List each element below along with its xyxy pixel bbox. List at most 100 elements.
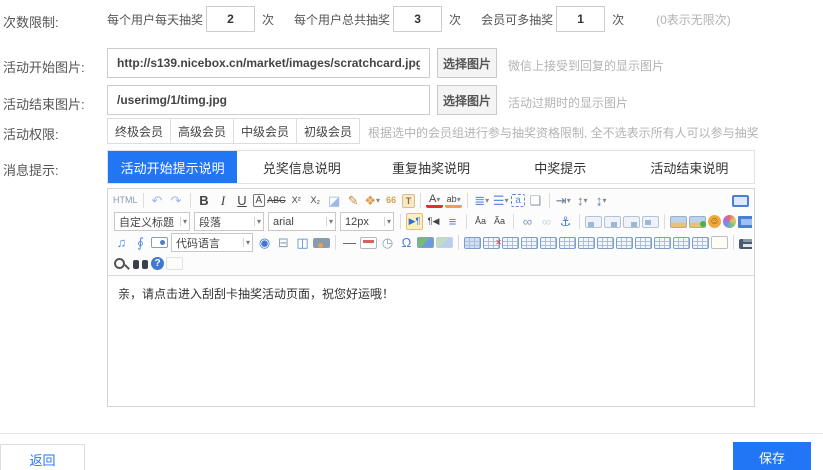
redo-icon[interactable]: ↷ [168,192,185,209]
upload-image-icon[interactable] [689,216,706,228]
font-color-icon[interactable]: A▾ [426,194,443,208]
image-align-center-icon[interactable] [604,216,621,228]
preview-icon[interactable] [113,257,130,270]
save-button[interactable]: 保存 [733,442,811,470]
insert-video-icon[interactable] [738,216,752,228]
ordered-list-icon[interactable]: ≣▾ [473,192,490,209]
tab-activity-end-note[interactable]: 活动结束说明 [625,151,754,183]
start-image-input[interactable] [107,48,430,78]
daily-draw-input[interactable] [206,6,255,32]
code-language-select[interactable]: 代码语言▾ [171,233,253,252]
subscript-icon[interactable]: X₂ [307,192,324,209]
date-icon[interactable] [360,237,377,249]
insert-row-icon[interactable] [540,237,557,249]
end-image-label: 活动结束图片: [3,94,85,113]
font-select[interactable]: arial▾ [268,212,336,231]
message-tabbar: 活动开始提示说明 兑奖信息说明 重复抽奖说明 中奖提示 活动结束说明 [107,150,755,184]
insert-code-icon[interactable]: ◉ [256,234,273,251]
music-icon[interactable]: ♫ [113,234,130,251]
scrawl-icon[interactable] [723,215,736,228]
end-image-input[interactable] [107,85,430,115]
member-option-senior[interactable]: 高级会员 [170,118,234,144]
split-cols-icon[interactable] [692,237,709,249]
anchor-icon[interactable]: ⚓ [557,213,574,230]
insert-col-icon[interactable] [559,237,576,249]
print-icon[interactable] [739,239,752,249]
ltr-paragraph-icon[interactable]: ▶¶ [406,213,423,230]
snapshot-icon[interactable] [313,238,330,248]
formula-icon[interactable] [436,237,453,248]
indent-icon[interactable]: ⇥▾ [555,192,572,209]
insert-image-icon[interactable] [670,216,687,228]
pagebreak-icon[interactable]: ⊟ [275,234,292,251]
total-draw-input[interactable] [393,6,442,32]
style-select[interactable]: 自定义标题▾ [114,212,190,231]
fontsize-select[interactable]: 12px▾ [340,212,394,231]
blank-doc-icon[interactable]: ❏ [527,192,544,209]
line-height-icon[interactable]: ↨▾ [593,192,610,209]
format-painter-icon[interactable]: ✎ [345,192,362,209]
tab-winning-note[interactable]: 中奖提示 [496,151,625,183]
tab-repeat-draw-note[interactable]: 重复抽奖说明 [366,151,495,183]
member-extra-draw-input[interactable] [556,6,605,32]
italic-icon[interactable]: I [215,192,232,209]
source-icon[interactable]: HTML [113,192,138,209]
find-replace-icon[interactable] [132,258,149,270]
end-image-choose-button[interactable]: 选择图片 [437,85,497,115]
bordered-text-icon[interactable]: A [253,194,266,207]
map-icon[interactable] [417,237,434,248]
anchor-style-icon[interactable]: a [511,194,525,207]
merge-right-icon[interactable] [597,237,614,249]
link-icon[interactable]: ∞ [519,213,536,230]
autotypeset-icon[interactable]: ❖▾ [364,192,381,209]
member-option-junior[interactable]: 初级会员 [296,118,360,144]
uppercase-icon[interactable]: Åa [472,213,489,230]
strikethrough-icon[interactable]: ABC [267,192,286,209]
emoticon-icon[interactable]: ☺ [708,215,721,228]
insert-table-icon[interactable] [464,237,481,249]
insert-frame-icon[interactable]: ◫ [294,234,311,251]
undo-icon[interactable]: ↶ [149,192,166,209]
editor-content[interactable]: 亲，请点击进入刮刮卡抽奖活动页面，祝您好运哦！ [108,276,754,406]
split-rows-icon[interactable] [673,237,690,249]
background-icon[interactable] [711,236,728,249]
back-button[interactable]: 返回 [0,444,85,470]
paste-text-icon[interactable]: T [402,194,416,208]
help-icon[interactable]: ? [151,257,164,270]
delete-row-icon[interactable] [578,237,595,249]
paragraph-select[interactable]: 段落▾ [194,212,264,231]
row-spacing-icon[interactable]: ↕▾ [574,192,591,209]
horizontal-rule-icon[interactable]: — [341,234,358,251]
image-align-right-icon[interactable] [623,216,640,228]
delete-table-icon[interactable] [483,237,500,249]
image-align-left-icon[interactable] [585,216,602,228]
member-option-intermediate[interactable]: 中级会员 [233,118,297,144]
superscript-icon[interactable]: X² [288,192,305,209]
tab-redeem-info-note[interactable]: 兑奖信息说明 [237,151,366,183]
blockquote-icon[interactable]: 66 [383,192,400,209]
tab-activity-start-note[interactable]: 活动开始提示说明 [108,151,237,183]
eraser-icon[interactable]: ◪ [326,192,343,209]
merge-cells-icon[interactable] [635,237,652,249]
rtl-paragraph-icon[interactable]: ¶◀ [425,213,442,230]
fullscreen-icon[interactable] [732,195,749,207]
bold-icon[interactable]: B [196,192,213,209]
table-header-icon[interactable] [502,237,519,249]
underline-icon[interactable]: U [234,192,251,209]
time-icon[interactable]: ◷ [379,234,396,251]
image-align-none-icon[interactable] [642,216,659,228]
unordered-list-icon[interactable]: ☰▾ [492,192,509,209]
paragraph-format-icon[interactable]: ≡ [444,213,461,230]
highlight-color-icon[interactable]: ab▾ [445,194,462,208]
insert-template-icon[interactable] [151,237,168,248]
attachment-icon[interactable]: ∮ [132,234,149,251]
split-cells-icon[interactable] [654,237,671,249]
unlink-icon[interactable]: ∞ [538,213,555,230]
member-option-ultimate[interactable]: 终极会员 [107,118,171,144]
lowercase-icon[interactable]: Ãa [491,213,508,230]
start-image-choose-button[interactable]: 选择图片 [437,48,497,78]
paste-icon[interactable] [166,257,183,270]
merge-down-icon[interactable] [616,237,633,249]
table-caption-icon[interactable] [521,237,538,249]
special-char-icon[interactable]: Ω [398,234,415,251]
